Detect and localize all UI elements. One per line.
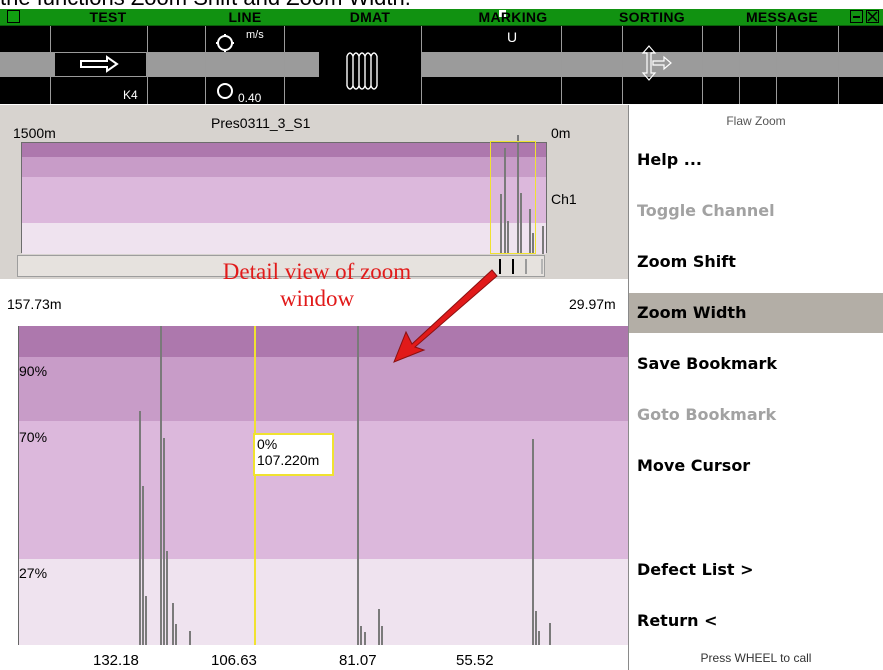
sensor-label: K4 — [123, 88, 138, 102]
detail-chart[interactable]: 90% 70% 27% — [18, 326, 628, 645]
menu-move-cursor[interactable]: Move Cursor — [629, 446, 883, 486]
menu-marking[interactable]: MARKING — [448, 9, 578, 26]
overview-left-label: 1500m — [13, 125, 56, 141]
menu-footer: Press WHEEL to call — [700, 651, 812, 665]
menu-goto-bookmark[interactable]: Goto Bookmark — [629, 395, 883, 435]
x-tick-2: 106.63 — [211, 652, 257, 669]
detail-left-label: 157.73m — [7, 296, 62, 312]
x-tick-3: 81.07 — [339, 652, 377, 669]
menu-return[interactable]: Return < — [629, 601, 883, 641]
menu-defect-list[interactable]: Defect List > — [629, 550, 883, 590]
close-icon[interactable] — [866, 10, 879, 23]
overview-chart[interactable] — [21, 135, 547, 254]
x-tick-1: 132.18 — [93, 652, 139, 669]
channel-label: Ch1 — [551, 191, 577, 207]
level-70: 70% — [19, 429, 48, 445]
minimize-icon[interactable] — [850, 10, 863, 23]
annotation-arrow-icon — [393, 269, 498, 363]
top-menu-bar: TEST LINE DMAT MARKING SORTING MESSAGE — [0, 9, 883, 26]
menu-help[interactable]: Help ... — [629, 140, 883, 180]
zoom-window[interactable] — [490, 141, 536, 254]
menu-message[interactable]: MESSAGE — [727, 9, 837, 26]
status-panel: m/s U K4 0.40 — [0, 26, 883, 104]
marking-value: U — [507, 29, 518, 45]
caption-text: the functions Zoom Shift and Zoom Width. — [0, 0, 883, 9]
scan-view: 1500m Pres0311_3_S1 0m Ch1 157.73m 29.97… — [0, 105, 628, 670]
cursor-percent: 0% — [257, 436, 278, 452]
overview-panel: 1500m Pres0311_3_S1 0m Ch1 — [0, 105, 628, 279]
menu-save-bookmark[interactable]: Save Bookmark — [629, 344, 883, 384]
cursor-position: 107.220m — [257, 452, 320, 468]
overview-title: Pres0311_3_S1 — [211, 115, 311, 131]
gauge-value: 0.40 — [238, 91, 262, 105]
flaw-zoom-menu: Flaw Zoom Help ... Toggle Channel Zoom S… — [628, 105, 883, 670]
menu-toggle-channel[interactable]: Toggle Channel — [629, 191, 883, 231]
menu-title: Flaw Zoom — [726, 114, 786, 128]
x-tick-4: 55.52 — [456, 652, 494, 669]
direction-arrow-icon — [54, 52, 147, 77]
sort-arrows-icon — [641, 45, 672, 81]
menu-zoom-width[interactable]: Zoom Width — [629, 293, 883, 333]
status-band — [0, 52, 883, 77]
circle-indicator-icon — [216, 34, 234, 52]
speed-unit: m/s — [246, 29, 264, 41]
printer-icon[interactable] — [7, 10, 20, 23]
menu-sorting[interactable]: SORTING — [597, 9, 707, 26]
cursor-line[interactable] — [254, 326, 256, 645]
menu-dmat[interactable]: DMAT — [320, 9, 420, 26]
overview-right-label: 0m — [551, 125, 571, 141]
cursor-readout: 0% 107.220m — [253, 433, 334, 476]
gauge-circle-icon — [217, 83, 233, 99]
detail-right-label: 29.97m — [569, 296, 616, 312]
menu-line[interactable]: LINE — [195, 9, 295, 26]
coil-icon — [346, 52, 378, 90]
level-27: 27% — [19, 565, 48, 581]
menu-zoom-shift[interactable]: Zoom Shift — [629, 242, 883, 282]
menu-test[interactable]: TEST — [58, 9, 158, 26]
level-90: 90% — [19, 363, 48, 379]
